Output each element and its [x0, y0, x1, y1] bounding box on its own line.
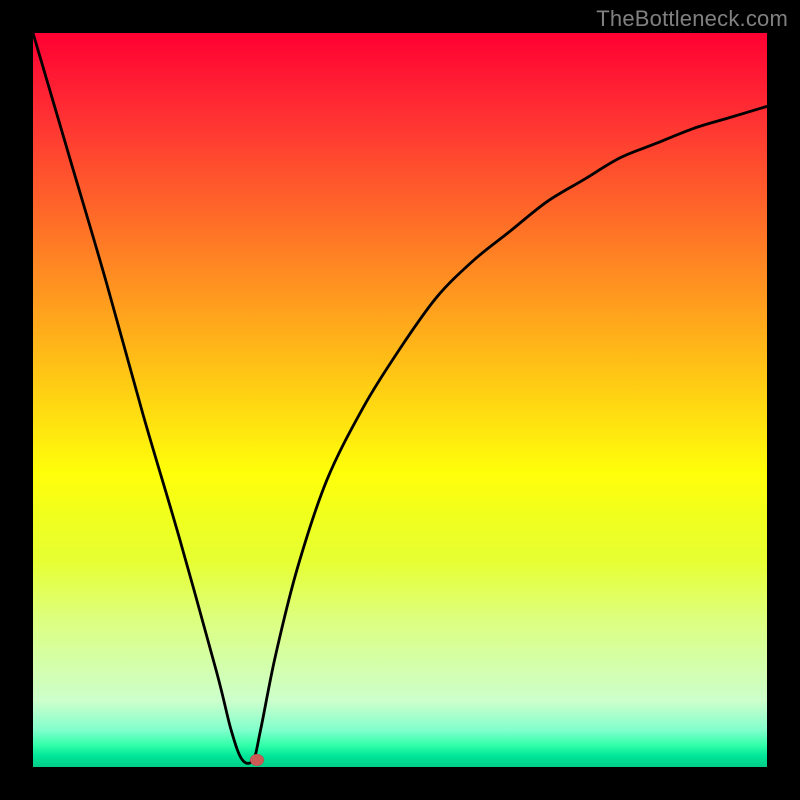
watermark-text: TheBottleneck.com	[596, 6, 788, 32]
bottleneck-curve	[33, 33, 767, 767]
optimal-point-marker	[250, 754, 264, 766]
plot-area	[33, 33, 767, 767]
chart-frame: TheBottleneck.com	[0, 0, 800, 800]
